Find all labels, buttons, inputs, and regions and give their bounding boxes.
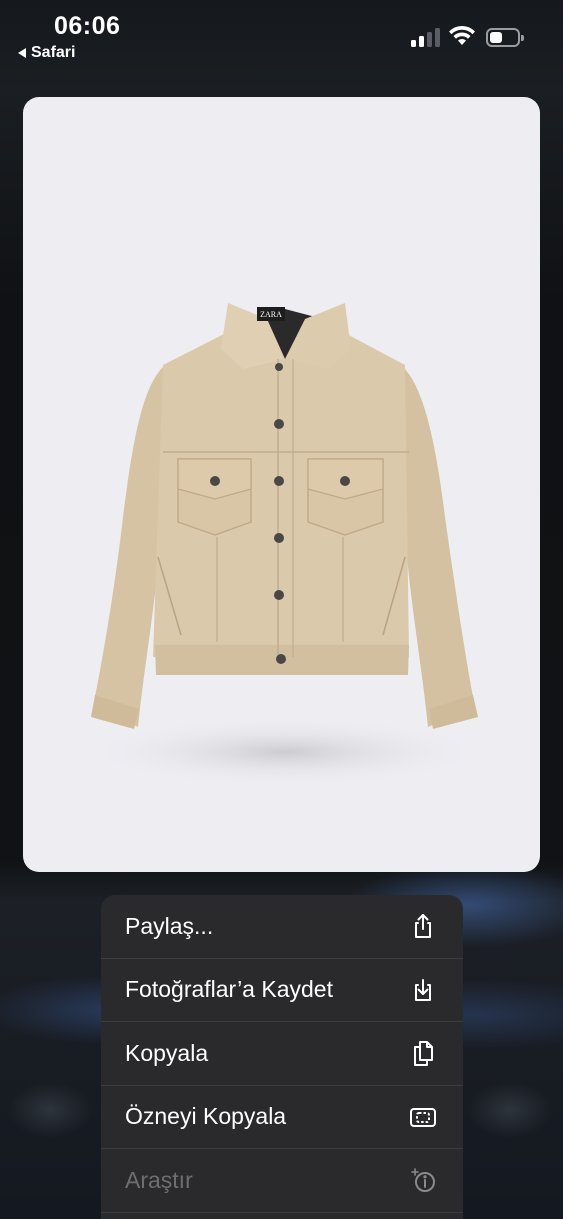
jacket-image: ZARA bbox=[85, 303, 485, 787]
back-triangle-icon bbox=[18, 48, 26, 58]
menu-item-label: Fotoğraflar’a Kaydet bbox=[125, 976, 333, 1003]
context-menu: Paylaş... Fotoğraflar’a Kaydet Kopyala Ö… bbox=[101, 895, 463, 1219]
copy-subject-icon bbox=[409, 1103, 437, 1131]
menu-item-share[interactable]: Paylaş... bbox=[101, 895, 463, 959]
copy-icon bbox=[409, 1039, 437, 1067]
save-download-icon bbox=[409, 976, 437, 1004]
status-time: 06:06 bbox=[54, 12, 121, 40]
brand-label: ZARA bbox=[260, 310, 282, 319]
status-bar: 06:06 Safari bbox=[0, 0, 563, 80]
menu-item-copy[interactable]: Kopyala bbox=[101, 1022, 463, 1086]
menu-item-label: Kopyala bbox=[125, 1039, 209, 1066]
menu-item-label: Paylaş... bbox=[125, 912, 214, 939]
back-app-label: Safari bbox=[31, 44, 76, 61]
menu-item-look-up: Araştır bbox=[101, 1149, 463, 1213]
look-up-icon bbox=[409, 1166, 437, 1194]
menu-item-save-to-photos[interactable]: Fotoğraflar’a Kaydet bbox=[101, 959, 463, 1022]
wifi-icon bbox=[449, 25, 475, 45]
menu-item-label: Araştır bbox=[125, 1166, 193, 1193]
battery-icon bbox=[486, 28, 524, 47]
image-preview[interactable]: ZARA bbox=[23, 97, 540, 872]
share-icon bbox=[409, 912, 437, 940]
menu-item-label: Özneyi Kopyala bbox=[125, 1103, 287, 1130]
back-to-app-button[interactable]: Safari bbox=[18, 44, 75, 62]
menu-item-copy-subject[interactable]: Özneyi Kopyala bbox=[101, 1086, 463, 1149]
cellular-signal-icon bbox=[411, 27, 440, 47]
